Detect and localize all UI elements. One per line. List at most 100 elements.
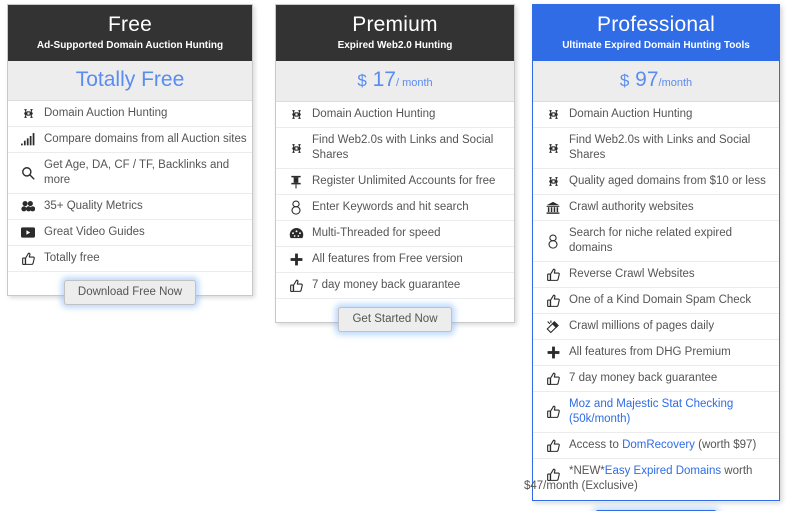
feature-text-part: worth xyxy=(721,465,752,477)
price-band-professional: $ 97/month xyxy=(533,61,779,102)
search-icon xyxy=(15,162,41,184)
thumbs-up-icon xyxy=(540,264,566,286)
feature-label: Compare domains from all Auction sites xyxy=(41,127,247,152)
feature-label: Multi-Threaded for speed xyxy=(309,221,440,246)
thumbs-up-icon xyxy=(15,248,41,270)
feature-label: 35+ Quality Metrics xyxy=(41,194,143,219)
thumbs-up-icon xyxy=(283,275,309,297)
plus-icon xyxy=(540,342,566,364)
feature-row: Domain Auction Hunting xyxy=(8,101,252,127)
plan-name: Professional xyxy=(537,11,775,38)
feature-row: 7 day money back guarantee xyxy=(533,366,779,392)
get-started-now-button-premium[interactable]: Get Started Now xyxy=(338,307,451,332)
feature-label: All features from DHG Premium xyxy=(566,340,731,365)
card-header-free: Free Ad-Supported Domain Auction Hunting xyxy=(8,5,252,61)
feature-label: 7 day money back guarantee xyxy=(309,273,460,298)
plan-tagline: Ultimate Expired Domain Hunting Tools xyxy=(537,39,775,52)
price-value: 17 xyxy=(373,68,396,91)
feature-list-premium: Domain Auction HuntingFind Web2.0s with … xyxy=(276,102,514,299)
keyword-icon xyxy=(283,197,309,219)
puzzle-icon xyxy=(283,137,309,159)
puzzle-icon xyxy=(540,171,566,193)
pricing-card-free: Free Ad-Supported Domain Auction Hunting… xyxy=(7,4,253,296)
feature-row: Domain Auction Hunting xyxy=(276,102,514,128)
price-band-premium: $ 17/ month xyxy=(276,61,514,102)
plan-name: Premium xyxy=(280,11,510,38)
feature-label: Great Video Guides xyxy=(41,220,145,245)
cubes-icon xyxy=(15,196,41,218)
feature-label: Quality aged domains from $10 or less xyxy=(566,169,766,194)
feature-label: Domain Auction Hunting xyxy=(41,101,167,126)
card-header-premium: Premium Expired Web2.0 Hunting xyxy=(276,5,514,61)
feature-row: One of a Kind Domain Spam Check xyxy=(533,288,779,314)
feature-label: One of a Kind Domain Spam Check xyxy=(566,288,751,313)
feature-row: Quality aged domains from $10 or less xyxy=(533,169,779,195)
feature-link[interactable]: DomRecovery xyxy=(622,439,695,451)
cta-area-professional: Get Started Now xyxy=(533,502,779,511)
plan-name: Free xyxy=(12,11,248,38)
download-free-now-button[interactable]: Download Free Now xyxy=(64,280,196,305)
feature-label: Find Web2.0s with Links and Social Share… xyxy=(309,128,510,168)
plan-tagline: Ad-Supported Domain Auction Hunting xyxy=(12,39,248,52)
price-band-free: Totally Free xyxy=(8,61,252,101)
pricing-card-professional: Professional Ultimate Expired Domain Hun… xyxy=(532,4,780,501)
feature-label: Find Web2.0s with Links and Social Share… xyxy=(566,128,775,168)
price-period: / month xyxy=(396,77,433,89)
feature-row: Register Unlimited Accounts for free xyxy=(276,169,514,195)
feature-label-line2: $47/month (Exclusive) xyxy=(524,479,752,494)
keyword-icon xyxy=(540,230,566,252)
feature-row: Enter Keywords and hit search xyxy=(276,195,514,221)
price-value: 97 xyxy=(635,68,658,91)
pushpin-icon xyxy=(283,171,309,193)
cta-area-free: Download Free Now xyxy=(8,272,252,315)
thumbs-up-icon xyxy=(540,368,566,390)
feature-row: Great Video Guides xyxy=(8,220,252,246)
speedometer-icon xyxy=(283,223,309,245)
price-amount: $ 17 xyxy=(357,68,396,91)
cta-area-premium: Get Started Now xyxy=(276,299,514,342)
feature-row: *NEW*Easy Expired Domains worth$47/month… xyxy=(533,459,779,502)
feature-row: Crawl authority websites xyxy=(533,195,779,221)
feature-list-free: Domain Auction HuntingCompare domains fr… xyxy=(8,101,252,272)
feature-text-part: *NEW* xyxy=(569,465,605,477)
feature-row: Find Web2.0s with Links and Social Share… xyxy=(276,128,514,169)
puzzle-icon xyxy=(540,137,566,159)
feature-list-professional: Domain Auction HuntingFind Web2.0s with … xyxy=(533,102,779,502)
feature-row: All features from DHG Premium xyxy=(533,340,779,366)
video-icon xyxy=(15,222,41,244)
feature-link[interactable]: Easy Expired Domains xyxy=(605,465,721,477)
feature-row: Moz and Majestic Stat Checking (50k/mont… xyxy=(533,392,779,433)
feature-label: Register Unlimited Accounts for free xyxy=(309,169,495,194)
price-currency: $ xyxy=(357,71,366,90)
feature-row: Totally free xyxy=(8,246,252,272)
feature-label: Get Age, DA, CF / TF, Backlinks and more xyxy=(41,153,248,193)
feature-label: Domain Auction Hunting xyxy=(309,102,435,127)
feature-label: Totally free xyxy=(41,246,100,271)
feature-label: Search for niche related expired domains xyxy=(566,221,775,261)
pricing-table: Free Ad-Supported Domain Auction Hunting… xyxy=(0,0,800,511)
feature-row: Search for niche related expired domains xyxy=(533,221,779,262)
feature-link[interactable]: Moz and Majestic Stat Checking (50k/mont… xyxy=(569,398,733,425)
feature-label: Reverse Crawl Websites xyxy=(566,262,695,287)
feature-label: Crawl millions of pages daily xyxy=(566,314,714,339)
feature-row: Crawl millions of pages daily xyxy=(533,314,779,340)
feature-row: Find Web2.0s with Links and Social Share… xyxy=(533,128,779,169)
feature-label: Access to DomRecovery (worth $97) xyxy=(566,433,756,458)
plan-tagline: Expired Web2.0 Hunting xyxy=(280,39,510,52)
thumbs-up-icon xyxy=(540,290,566,312)
feature-row: Compare domains from all Auction sites xyxy=(8,127,252,153)
feature-label: Crawl authority websites xyxy=(566,195,694,220)
feature-text-part: Access to xyxy=(569,439,622,451)
plus-icon xyxy=(283,249,309,271)
feature-label: Moz and Majestic Stat Checking (50k/mont… xyxy=(566,392,775,432)
card-header-professional: Professional Ultimate Expired Domain Hun… xyxy=(533,5,779,61)
feature-label: *NEW*Easy Expired Domains worth$47/month… xyxy=(540,459,752,499)
feature-row: Access to DomRecovery (worth $97) xyxy=(533,433,779,459)
feature-row: Multi-Threaded for speed xyxy=(276,221,514,247)
puzzle-icon xyxy=(540,104,566,126)
thumbs-up-icon xyxy=(540,401,566,423)
feature-row: Domain Auction Hunting xyxy=(533,102,779,128)
price-text: Totally Free xyxy=(76,68,185,91)
feature-row: 7 day money back guarantee xyxy=(276,273,514,299)
pricing-card-premium: Premium Expired Web2.0 Hunting $ 17/ mon… xyxy=(275,4,515,323)
